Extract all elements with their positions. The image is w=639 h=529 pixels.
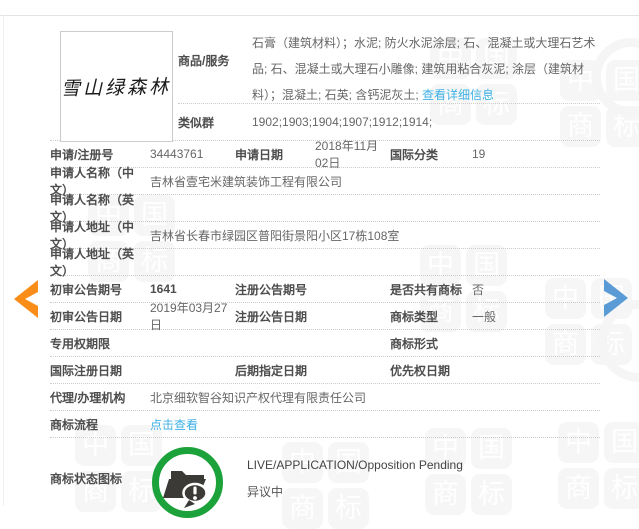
trademark-image-box: 雪山绿森林: [60, 31, 173, 142]
process-view-link[interactable]: 点击查看: [150, 416, 600, 433]
top-divider: [0, 15, 639, 16]
left-divider: [3, 15, 4, 506]
trademark-name: 雪山绿森林: [61, 76, 172, 100]
later-designation-date-label: 后期指定日期: [235, 363, 308, 378]
row-gazette-no: 初审公告期号 1641 注册公告期号 是否共有商标 否: [50, 276, 600, 303]
intl-class-label: 国际分类: [390, 147, 439, 162]
row-process: 商标流程 点击查看: [50, 411, 600, 438]
similar-group-value: 1902;1903;1904;1907;1912;1914;: [252, 115, 433, 129]
goods-text: 石膏（建筑材料）；水泥; 防火水泥涂层; 石、混凝土或大理石艺术品; 石、混凝土…: [252, 29, 600, 103]
address-cn-value: 吉林省长春市绿园区普阳街景阳小区17栋108室: [150, 228, 400, 243]
first-gazette-no-value: 1641: [150, 282, 177, 296]
first-gazette-date-label: 初审公告日期: [50, 309, 123, 324]
row-status: 商标状态图标 LIVE/APPLICATION/Opposition Pendi…: [50, 438, 600, 519]
similar-group-row: 类似群 1902;1903;1904;1907;1912;1914;: [178, 103, 600, 140]
row-gazette-date: 初审公告日期 2019年03月27日 注册公告日期 商标类型 一般: [50, 301, 600, 332]
process-label: 商标流程: [50, 417, 99, 432]
reg-no-value: 34443761: [150, 147, 204, 161]
trademark-detail-panel: 雪山绿森林 商品/服务 石膏（建筑材料）；水泥; 防火水泥涂层; 石、混凝土或大…: [0, 29, 600, 519]
app-date-value: 2018年11月02日: [315, 139, 379, 170]
mark-type-label: 商标类型: [390, 309, 439, 324]
address-en-label: 申请人地址（英文）: [50, 247, 135, 278]
status-text: LIVE/APPLICATION/Opposition Pending 异议中: [247, 458, 463, 500]
mark-type-value: 一般: [472, 309, 497, 324]
status-folder-icon: [150, 445, 225, 520]
applicant-cn-value: 吉林省壹宅米建筑装饰工程有限公司: [150, 174, 343, 189]
reg-no-label: 申请/注册号: [50, 147, 114, 162]
prev-button[interactable]: [6, 277, 42, 321]
goods-detail-link[interactable]: 查看详细信息: [422, 88, 494, 102]
row-address-en: 申请人地址（英文）: [50, 247, 600, 278]
status-line1: LIVE/APPLICATION/Opposition Pending: [247, 457, 463, 472]
first-gazette-date-value: 2019年03月27日: [150, 301, 228, 332]
row-agency: 代理/办理机构 北京细软智谷知识产权代理有限责任公司: [50, 384, 600, 411]
shared-mark-label: 是否共有商标: [390, 282, 463, 297]
top-section: 雪山绿森林 商品/服务 石膏（建筑材料）；水泥; 防火水泥涂层; 石、混凝土或大…: [50, 29, 600, 142]
reg-gazette-date-label: 注册公告日期: [235, 309, 308, 324]
agency-value: 北京细软智谷知识产权代理有限责任公司: [150, 390, 367, 405]
top-right: 商品/服务 石膏（建筑材料）；水泥; 防火水泥涂层; 石、混凝土或大理石艺术品;…: [178, 29, 600, 140]
exclusive-period-label: 专用权期限: [50, 336, 111, 351]
priority-date-label: 优先权日期: [390, 363, 451, 378]
intl-class-value: 19: [472, 147, 486, 161]
mark-form-label: 商标形式: [390, 336, 439, 351]
reg-gazette-no-label: 注册公告期号: [235, 282, 308, 297]
status-label: 商标状态图标: [50, 472, 123, 486]
intl-reg-date-label: 国际注册日期: [50, 363, 123, 378]
next-button[interactable]: [600, 276, 636, 320]
shared-mark-value: 否: [472, 282, 485, 297]
goods-row: 商品/服务 石膏（建筑材料）；水泥; 防火水泥涂层; 石、混凝土或大理石艺术品;…: [178, 29, 600, 103]
goods-label: 商品/服务: [178, 54, 230, 68]
row-exclusive-period: 专用权期限 商标形式: [50, 330, 600, 357]
first-gazette-no-label: 初审公告期号: [50, 282, 123, 297]
app-date-label: 申请日期: [235, 147, 284, 162]
similar-group-label: 类似群: [178, 115, 215, 130]
agency-label: 代理/办理机构: [50, 390, 126, 405]
row-intl-dates: 国际注册日期 后期指定日期 优先权日期: [50, 357, 600, 384]
chevron-left-icon: [14, 280, 38, 318]
status-line2: 异议中: [247, 484, 284, 499]
chevron-right-icon: [604, 279, 628, 317]
